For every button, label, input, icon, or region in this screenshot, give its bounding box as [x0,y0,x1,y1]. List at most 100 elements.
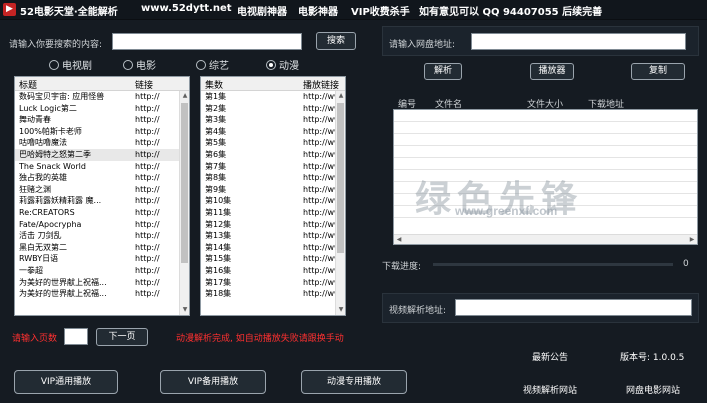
title-bar: ▶ 52电影天堂·全能解析 www.52dytt.net 电视剧神器 电影神器 … [0,0,707,20]
site-link[interactable]: www.52dytt.net [141,3,232,14]
title-cell: 独占我的英雄 [19,173,67,183]
list-item[interactable]: 第10集 http://www. [201,195,345,207]
episode-list[interactable]: 集数 播放链接 第1集 http://www. 第2集 http://www. 第3集 h… [200,76,346,316]
list-item[interactable]: 狂赌之渊 http:// [15,184,189,196]
list-item[interactable]: Re:CREATORS http:// [15,207,189,219]
nav-vip-killer[interactable]: VIP收费杀手 [351,3,410,18]
player-button[interactable]: 播放器 [530,63,574,80]
status-message: 动漫解析完成, 如自动播放失败请跟换手动 [176,334,344,344]
anime-play-button[interactable]: 动漫专用播放 [301,370,407,394]
link-cell: http:// [135,289,160,299]
video-parse-label: 视频解析地址: [389,306,447,316]
file-table-hscroll[interactable]: ◀ ▶ [394,234,697,244]
scroll-right-icon[interactable]: ▶ [687,235,697,244]
video-site-link[interactable]: 视频解析网站 [523,383,577,396]
link-cell: http:// [135,138,160,148]
parse-button[interactable]: 解析 [424,63,462,80]
radio-tv-dot[interactable] [49,59,59,70]
list-item[interactable]: 独占我的英雄 http:// [15,172,189,184]
link-cell: http:// [135,254,160,264]
radio-variety-label: 综艺 [209,61,229,72]
list-item[interactable]: 第1集 http://www. [201,91,345,103]
list-item[interactable]: 第11集 http://www. [201,207,345,219]
vip-general-play-button[interactable]: VIP通用播放 [14,370,118,394]
radio-anime[interactable]: 动漫 [266,57,299,72]
list-item[interactable]: 活击 刀剑乱 http:// [15,230,189,242]
scroll-up-icon[interactable]: ▲ [180,91,189,101]
list-item[interactable]: 第4集 http://www. [201,126,345,138]
list-item[interactable]: 第5集 http://www. [201,137,345,149]
nav-tv-tool[interactable]: 电视剧神器 [237,3,287,18]
list-item[interactable]: 第15集 http://www. [201,253,345,265]
list-item[interactable]: 第18集 http://www. [201,288,345,300]
radio-movie[interactable]: 电影 [123,57,156,72]
title-cell: 咕噜咕噜魔法 [19,138,67,148]
page-input[interactable] [64,328,88,345]
video-parse-input[interactable] [455,299,692,316]
list-item[interactable]: 第16集 http://www. [201,265,345,277]
episode-list-header: 集数 播放链接 [201,77,345,91]
list-item[interactable]: 第6集 http://www. [201,149,345,161]
radio-tv[interactable]: 电视剧 [49,57,92,72]
announcement-link[interactable]: 最新公告 [532,350,568,363]
page-label: 请输入页数 [12,334,58,344]
copy-button[interactable]: 复制 [631,63,685,80]
list-item[interactable]: 莉露莉露妖精莉露 魔... http:// [15,195,189,207]
radio-movie-dot[interactable] [123,59,133,70]
list-item[interactable]: 100%帕斯卡老师 http:// [15,126,189,138]
title-list-header: 标题 链接 [15,77,189,91]
list-item[interactable]: 第17集 http://www. [201,277,345,289]
scroll-thumb[interactable] [337,103,344,253]
list-item[interactable]: 巴哈姆特之怒第二季 http:// [15,148,189,161]
list-item[interactable]: 为美好的世界献上祝福... http:// [15,288,189,300]
app-logo-icon: ▶ [3,3,16,16]
list-item[interactable]: Luck Logic第二 http:// [15,103,189,115]
radio-anime-dot[interactable] [266,59,276,70]
next-page-button[interactable]: 下一页 [96,328,148,346]
scroll-up-icon[interactable]: ▲ [336,91,345,101]
episode-list-scrollbar[interactable]: ▲ ▼ [335,91,345,315]
title-cell: 舞动青春 [19,115,51,125]
scroll-down-icon[interactable]: ▼ [336,305,345,315]
list-item[interactable]: 第2集 http://www. [201,103,345,115]
radio-variety-dot[interactable] [196,59,206,70]
title-list[interactable]: 标题 链接 数码宝贝宇宙: 应用怪兽 http:// Luck Logic第二 htt… [14,76,190,316]
nav-movie-tool[interactable]: 电影神器 [298,3,338,18]
list-item[interactable]: 第13集 http://www. [201,230,345,242]
list-item[interactable]: 第3集 http://www. [201,114,345,126]
netdisk-input[interactable] [471,33,686,50]
list-item[interactable]: 数码宝贝宇宙: 应用怪兽 http:// [15,91,189,103]
list-item[interactable]: 第9集 http://www. [201,184,345,196]
episode-cell: 第7集 [205,161,227,171]
link-cell: http:// [135,196,160,206]
list-item[interactable]: 第8集 http://www. [201,172,345,184]
scroll-thumb[interactable] [181,103,188,263]
col-title[interactable]: 标题 [19,78,37,91]
scroll-down-icon[interactable]: ▼ [180,305,189,315]
radio-variety[interactable]: 综艺 [196,57,229,72]
list-item[interactable]: 一拳超 http:// [15,265,189,277]
col-episode[interactable]: 集数 [205,78,223,91]
link-cell: http:// [135,149,160,159]
list-item[interactable]: RWBY日语 http:// [15,253,189,265]
scroll-left-icon[interactable]: ◀ [394,235,404,244]
list-item[interactable]: 第12集 http://www. [201,219,345,231]
title-list-scrollbar[interactable]: ▲ ▼ [179,91,189,315]
netdisk-site-link[interactable]: 网盘电影网站 [626,383,680,396]
list-item[interactable]: 为美好的世界献上祝福... http:// [15,277,189,289]
search-button[interactable]: 搜索 [316,32,356,50]
list-item[interactable]: 咕噜咕噜魔法 http:// [15,137,189,149]
vip-backup-play-button[interactable]: VIP备用播放 [160,370,266,394]
episode-cell: 第18集 [205,289,232,299]
col-play-link[interactable]: 播放链接 [303,78,339,91]
episode-cell: 第17集 [205,277,232,287]
list-item[interactable]: Fate/Apocrypha http:// [15,219,189,231]
col-link[interactable]: 链接 [135,78,153,91]
list-item[interactable]: 第7集 http://www. [201,161,345,173]
list-item[interactable]: 第14集 http://www. [201,242,345,254]
list-item[interactable]: 舞动青春 http:// [15,114,189,126]
search-input[interactable] [112,33,302,50]
list-item[interactable]: 黑白无双第二 http:// [15,242,189,254]
list-item[interactable]: The Snack World http:// [15,161,189,173]
episode-cell: 第6集 [205,149,227,159]
